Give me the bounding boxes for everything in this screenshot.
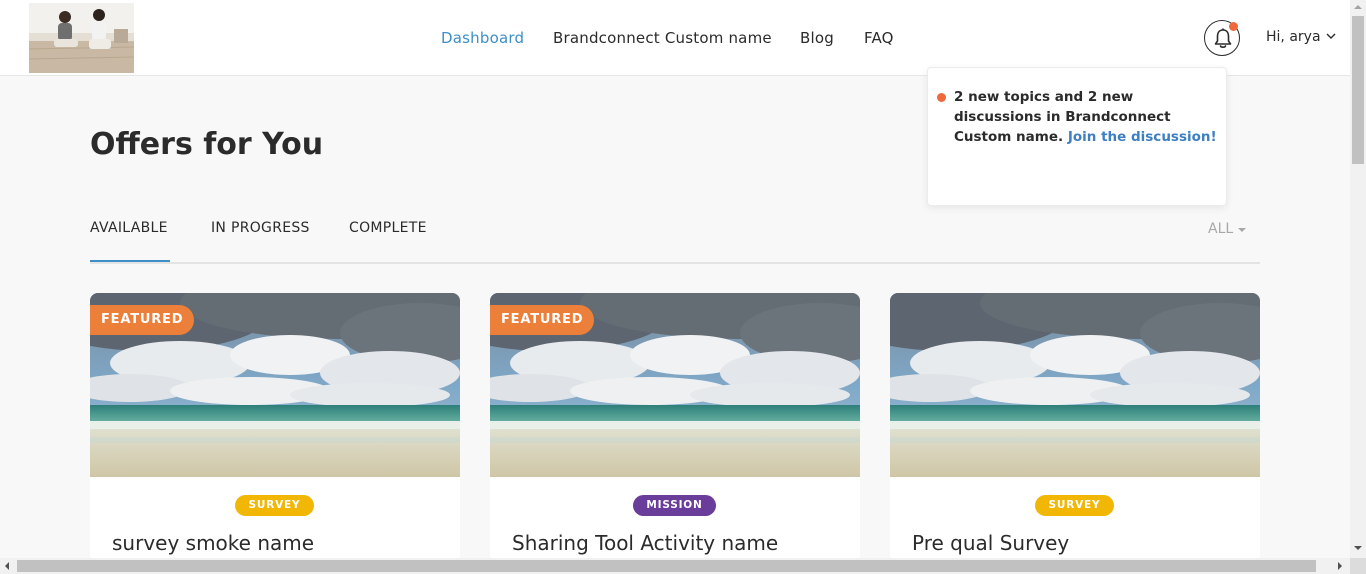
offer-title[interactable]: Sharing Tool Activity name [512, 531, 778, 555]
notification-dot [937, 93, 946, 102]
unread-indicator [1229, 22, 1238, 31]
offer-card[interactable]: FEATURED SURVEY survey smoke name [90, 293, 460, 563]
tab-in-progress[interactable]: IN PROGRESS [211, 220, 310, 236]
nav-dashboard[interactable]: Dashboard [441, 29, 524, 47]
offer-tabs: AVAILABLE IN PROGRESS COMPLETE [90, 210, 1260, 264]
offer-card[interactable]: SURVEY Pre qual Survey [890, 293, 1260, 563]
offer-type-badge: SURVEY [1035, 495, 1114, 516]
nav-blog[interactable]: Blog [800, 29, 834, 47]
featured-badge: FEATURED [90, 305, 195, 335]
page-title: Offers for You [90, 127, 324, 162]
horizontal-scrollbar[interactable] [0, 558, 1350, 574]
offer-title[interactable]: Pre qual Survey [912, 531, 1069, 555]
offer-type-badge: MISSION [633, 495, 716, 516]
top-header: Dashboard Brandconnect Custom name Blog … [0, 0, 1350, 76]
tab-complete[interactable]: COMPLETE [349, 220, 427, 236]
filter-dropdown[interactable]: ALL [1208, 221, 1233, 237]
chevron-down-icon[interactable] [1326, 33, 1336, 40]
join-discussion-link[interactable]: Join the discussion! [1068, 129, 1217, 145]
main-nav: Dashboard Brandconnect Custom name Blog … [0, 0, 1350, 76]
horizontal-scroll-thumb[interactable] [17, 560, 1316, 572]
scroll-down-arrow-icon[interactable] [1354, 546, 1362, 550]
notifications-button[interactable] [1204, 20, 1240, 56]
vertical-scrollbar[interactable] [1350, 0, 1366, 574]
scroll-up-arrow-icon[interactable] [1354, 5, 1362, 9]
scroll-right-arrow-icon[interactable] [1338, 562, 1342, 570]
active-tab-indicator [90, 260, 170, 262]
scrollbar-corner [1350, 558, 1366, 574]
vertical-scroll-thumb[interactable] [1352, 16, 1364, 164]
caret-down-icon[interactable] [1238, 228, 1246, 232]
notification-popover: 2 new topics and 2 new discussions in Br… [927, 67, 1227, 206]
user-greeting[interactable]: Hi, arya [1266, 29, 1321, 45]
offer-card[interactable]: FEATURED MISSION Sharing Tool Activity n… [490, 293, 860, 563]
notification-message: 2 new topics and 2 new discussions in Br… [954, 87, 1224, 147]
featured-badge: FEATURED [490, 305, 595, 335]
nav-brandconnect[interactable]: Brandconnect Custom name [553, 29, 772, 47]
scroll-left-arrow-icon[interactable] [5, 562, 9, 570]
nav-faq[interactable]: FAQ [864, 29, 894, 47]
offer-image [890, 293, 1260, 477]
offer-type-badge: SURVEY [235, 495, 314, 516]
bell-icon [1214, 28, 1232, 48]
offer-title[interactable]: survey smoke name [112, 531, 314, 555]
tab-available[interactable]: AVAILABLE [90, 220, 168, 236]
